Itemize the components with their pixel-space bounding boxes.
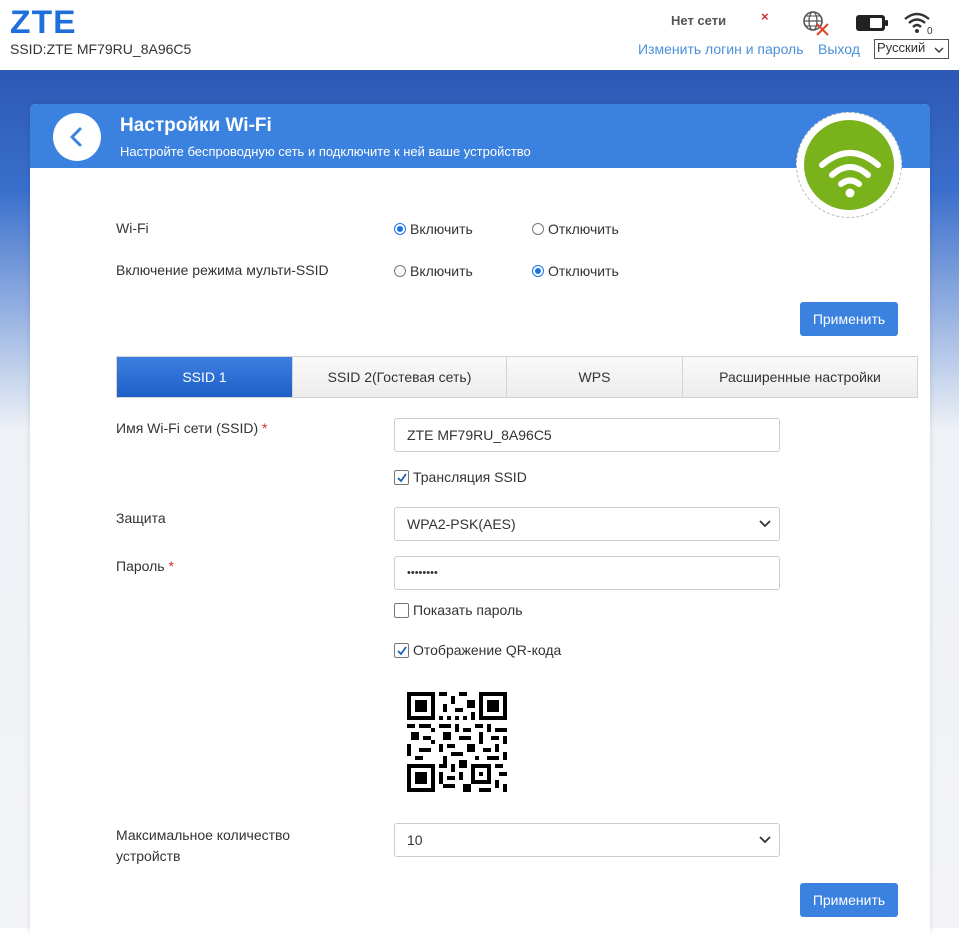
wifi-badge xyxy=(796,112,902,218)
max-devices-label-line2: устройств xyxy=(116,848,181,864)
checkbox-box xyxy=(394,642,409,658)
password-label-text: Пароль xyxy=(116,558,165,574)
qr-display-checkbox[interactable]: Отображение QR-кода xyxy=(394,642,561,658)
change-login-link[interactable]: Изменить логин и пароль xyxy=(638,41,804,57)
radio-dot xyxy=(394,265,406,277)
wifi-client-count: 0 xyxy=(927,26,933,35)
password-label: Пароль * xyxy=(116,558,174,574)
panel-header: Настройки Wi-Fi Настройте беспроводную с… xyxy=(30,104,930,168)
security-value: WPA2-PSK(AES) xyxy=(407,516,516,532)
ssid-name-label: Имя Wi-Fi сети (SSID) * xyxy=(116,420,267,436)
top-bar: ZTE SSID:ZTE MF79RU_8A96C5 Нет сети × 0 … xyxy=(0,0,959,70)
ssid-display: SSID:ZTE MF79RU_8A96C5 xyxy=(10,41,192,57)
language-value: Русский xyxy=(877,40,926,55)
checkmark-icon xyxy=(397,472,407,482)
radio-dot xyxy=(394,223,406,235)
chevron-down-icon xyxy=(759,520,771,528)
ssid-name-input[interactable] xyxy=(394,418,780,452)
logout-link[interactable]: Выход xyxy=(818,41,860,57)
back-arrow-icon xyxy=(70,127,82,147)
page-subtitle: Настройте беспроводную сеть и подключите… xyxy=(120,144,531,159)
radio-label: Отключить xyxy=(548,263,619,279)
checkmark-icon xyxy=(397,645,407,655)
network-status: Нет сети xyxy=(671,13,727,28)
max-devices-value: 10 xyxy=(407,832,423,848)
wifi-status-icon: 0 xyxy=(904,12,933,35)
radio-label: Отключить xyxy=(548,221,619,237)
checkbox-label: Показать пароль xyxy=(413,602,523,618)
radio-label: Включить xyxy=(410,263,473,279)
apply-bottom-button[interactable]: Применить xyxy=(800,883,898,917)
show-password-checkbox[interactable]: Показать пароль xyxy=(394,602,523,618)
tab-ssid1[interactable]: SSID 1 xyxy=(117,357,293,397)
required-mark: * xyxy=(262,420,268,436)
max-devices-select[interactable]: 10 xyxy=(394,823,780,857)
multi-ssid-enable-radio[interactable]: Включить xyxy=(394,263,473,279)
checkbox-label: Трансляция SSID xyxy=(413,469,527,485)
page-title: Настройки Wi-Fi xyxy=(120,115,272,136)
wifi-settings-panel: Настройки Wi-Fi Настройте беспроводную с… xyxy=(30,104,930,934)
tab-wps[interactable]: WPS xyxy=(507,357,683,397)
chevron-down-icon xyxy=(934,47,944,53)
language-select[interactable]: Русский xyxy=(874,39,949,59)
chevron-down-icon xyxy=(759,836,771,844)
radio-dot xyxy=(532,265,544,277)
wifi-disable-radio[interactable]: Отключить xyxy=(532,221,619,237)
no-signal-icon: × xyxy=(761,9,769,24)
multi-ssid-disable-radio[interactable]: Отключить xyxy=(532,263,619,279)
wifi-toggle-label: Wi-Fi xyxy=(116,220,149,236)
tab-ssid2-guest[interactable]: SSID 2(Гостевая сеть) xyxy=(293,357,507,397)
multi-ssid-label: Включение режима мульти-SSID xyxy=(116,262,329,278)
qr-code-icon xyxy=(407,692,507,792)
checkbox-box xyxy=(394,469,409,485)
checkbox-box xyxy=(394,602,409,618)
security-select[interactable]: WPA2-PSK(AES) xyxy=(394,507,780,541)
security-label: Защита xyxy=(116,510,166,526)
radio-label: Включить xyxy=(410,221,473,237)
ssid-tabs: SSID 1 SSID 2(Гостевая сеть) WPS Расшире… xyxy=(116,356,918,398)
wifi-icon xyxy=(819,150,881,198)
ssid-name-label-text: Имя Wi-Fi сети (SSID) xyxy=(116,420,259,436)
max-devices-label-line1: Максимальное количество xyxy=(116,827,291,843)
battery-icon xyxy=(856,15,888,31)
checkbox-label: Отображение QR-кода xyxy=(413,642,562,658)
apply-top-button[interactable]: Применить xyxy=(800,302,898,336)
back-button[interactable] xyxy=(53,113,101,161)
max-devices-label: Максимальное количество устройств xyxy=(116,825,290,867)
radio-dot xyxy=(532,223,544,235)
password-input[interactable]: •••••••• xyxy=(394,556,780,590)
wifi-enable-radio[interactable]: Включить xyxy=(394,221,473,237)
globe-icon xyxy=(803,11,829,36)
tab-advanced[interactable]: Расширенные настройки xyxy=(683,357,917,397)
required-mark: * xyxy=(168,558,174,574)
zte-logo: ZTE xyxy=(10,4,77,40)
broadcast-ssid-checkbox[interactable]: Трансляция SSID xyxy=(394,469,527,485)
